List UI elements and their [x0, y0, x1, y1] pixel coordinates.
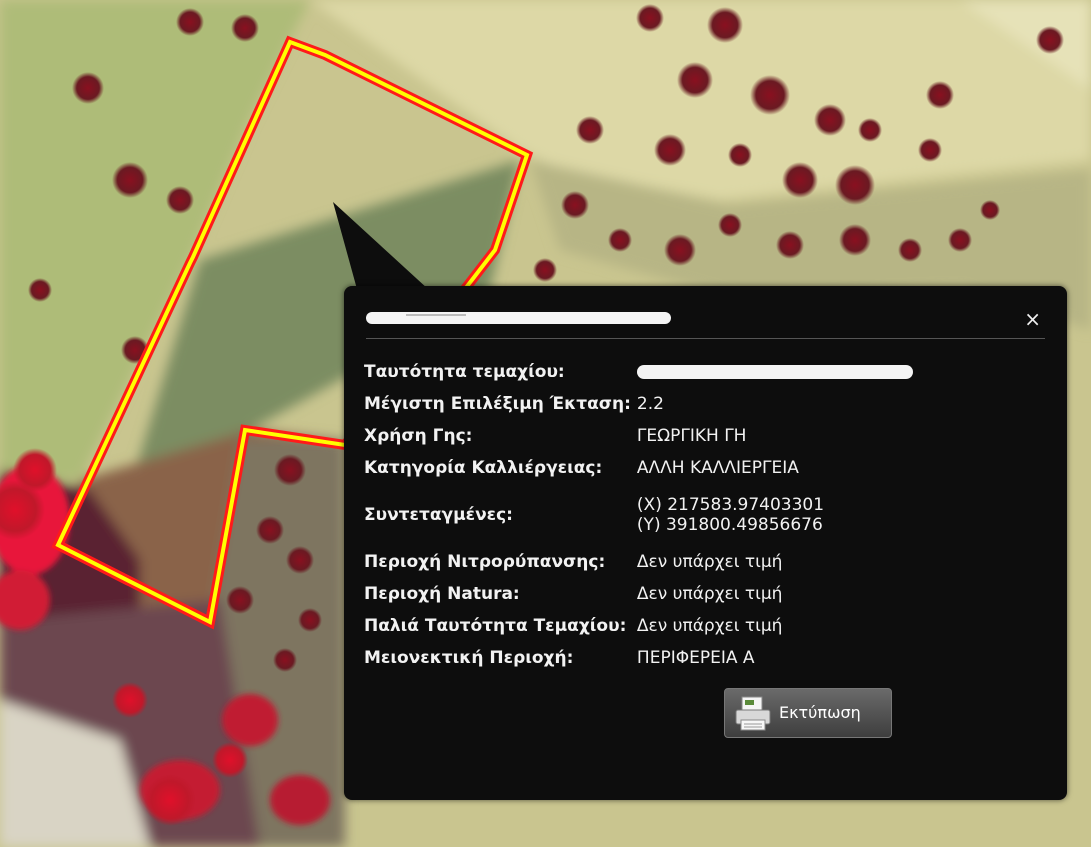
attribute-row: Μειονεκτική Περιοχή: ΠΕΡΙΦΕΡΕΙΑ Α	[364, 642, 913, 674]
attribute-label: Μέγιστη Επιλέξιμη Έκταση:	[364, 394, 631, 414]
coordinate-x: (X) 217583.97403301	[636, 495, 825, 515]
print-button-label: Εκτύπωση	[779, 703, 861, 722]
attribute-row: Παλιά Ταυτότητα Τεμαχίου: Δεν υπάρχει τι…	[364, 610, 913, 642]
attribute-row: Περιοχή Natura: Δεν υπάρχει τιμή	[364, 578, 913, 610]
attribute-row: Περιοχή Νιτρορύπανσης: Δεν υπάρχει τιμή	[364, 546, 913, 578]
attribute-table: Ταυτότητα τεμαχίου: Μέγιστη Επιλέξιμη Έκ…	[364, 356, 913, 674]
attribute-label: Περιοχή Natura:	[364, 584, 520, 604]
attribute-value: ΠΕΡΙΦΕΡΕΙΑ Α	[636, 648, 755, 668]
popup-title-bar: ×	[366, 306, 1047, 332]
attribute-value: ΑΛΛΗ ΚΑΛΛΙΕΡΓΕΙΑ	[636, 458, 799, 478]
attribute-row: Ταυτότητα τεμαχίου:	[364, 356, 913, 388]
attribute-label: Κατηγορία Καλλιέργειας:	[364, 458, 603, 478]
attribute-row: Κατηγορία Καλλιέργειας: ΑΛΛΗ ΚΑΛΛΙΕΡΓΕΙΑ	[364, 452, 913, 484]
print-button[interactable]: Εκτύπωση	[724, 688, 892, 738]
attribute-row: Συντεταγμένες: (X) 217583.97403301 (Y) 3…	[364, 484, 913, 546]
coordinate-y: (Y) 391800.49856676	[636, 515, 823, 535]
attribute-value: Δεν υπάρχει τιμή	[636, 584, 783, 604]
attribute-value	[636, 356, 913, 388]
redacted-title	[366, 312, 671, 324]
attribute-value: 2.2	[636, 394, 664, 414]
attribute-value: Δεν υπάρχει τιμή	[636, 552, 783, 572]
attribute-value: ΓΕΩΡΓΙΚΗ ΓΗ	[636, 426, 747, 446]
attribute-label: Συντεταγμένες:	[364, 505, 513, 525]
attribute-row: Μέγιστη Επιλέξιμη Έκταση: 2.2	[364, 388, 913, 420]
close-button[interactable]: ×	[1024, 306, 1041, 332]
attribute-label: Χρήση Γης:	[364, 426, 473, 446]
printer-icon	[735, 696, 771, 731]
attribute-row: Χρήση Γης: ΓΕΩΡΓΙΚΗ ΓΗ	[364, 420, 913, 452]
attribute-value: Δεν υπάρχει τιμή	[636, 616, 783, 636]
attribute-value: (X) 217583.97403301 (Y) 391800.49856676	[637, 484, 913, 546]
attribute-label: Παλιά Ταυτότητα Τεμαχίου:	[364, 616, 627, 636]
attribute-label: Μειονεκτική Περιοχή:	[364, 648, 574, 668]
attribute-label: Περιοχή Νιτρορύπανσης:	[364, 552, 606, 572]
feature-info-popup: × Ταυτότητα τεμαχίου: Μέγιστη Επιλέξιμη …	[344, 286, 1067, 800]
attribute-label: Ταυτότητα τεμαχίου:	[364, 362, 565, 382]
redacted-value	[636, 365, 913, 379]
divider	[366, 338, 1045, 339]
